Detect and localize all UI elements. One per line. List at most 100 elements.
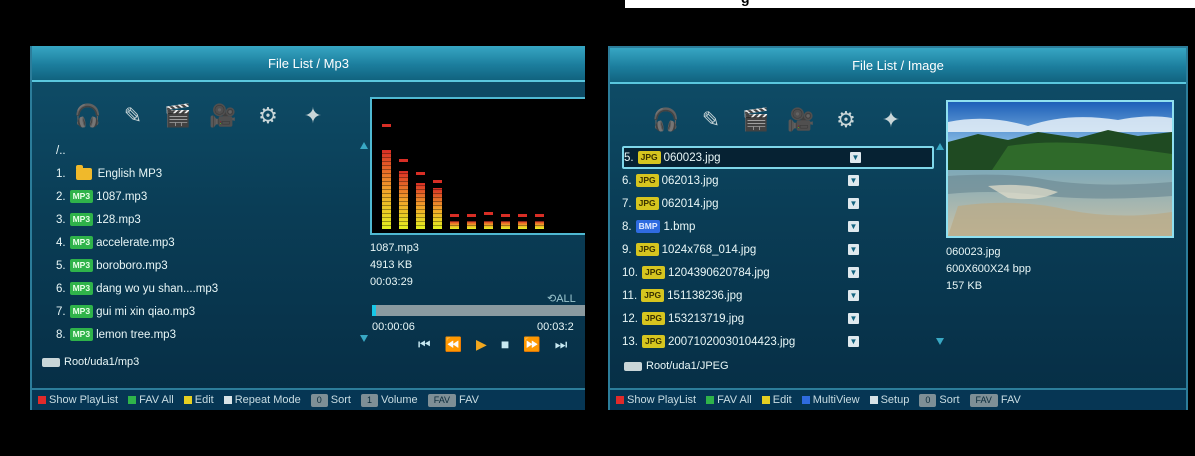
- checkbox-icon[interactable]: ▼: [848, 175, 859, 186]
- footer-key-fav[interactable]: FAV FAV: [969, 393, 1021, 407]
- footer-key-sort[interactable]: 0 Sort: [310, 393, 351, 407]
- list-item[interactable]: 8. MP3 lemon tree.mp3: [56, 323, 356, 346]
- skip-next-icon[interactable]: ⏭: [555, 336, 568, 353]
- image-file-list: 5. JPG 060023.jpg ▼ 6. JPG 062013.jpg ▼ 7. JPG 062…: [622, 146, 934, 353]
- footer-key-sort[interactable]: 0 Sort: [919, 393, 960, 407]
- item-name: 20071020030104423.jpg: [668, 335, 796, 348]
- list-item[interactable]: 7. JPG 062014.jpg ▼: [622, 192, 934, 215]
- audio-spectrum: [370, 97, 585, 235]
- item-number: 5.: [624, 151, 634, 164]
- playback-progress[interactable]: [372, 305, 585, 316]
- list-item[interactable]: 8. BMP 1.bmp ▼: [622, 215, 934, 238]
- list-item[interactable]: 9. JPG 1024x768_014.jpg ▼: [622, 238, 934, 261]
- rewind-icon[interactable]: ⏪: [445, 336, 462, 353]
- item-name: gui mi xin qiao.mp3: [96, 305, 196, 318]
- list-item[interactable]: 6. JPG 062013.jpg ▼: [622, 169, 934, 192]
- list-item[interactable]: 5. JPG 060023.jpg ▼: [622, 146, 934, 169]
- clapper-icon[interactable]: 🎬: [160, 98, 196, 134]
- footer-key-label: Show PlayList: [627, 394, 697, 406]
- list-item[interactable]: 11. JPG 151138236.jpg ▼: [622, 284, 934, 307]
- spectrum-bar: [467, 221, 476, 229]
- checkbox-icon[interactable]: ▼: [848, 313, 859, 324]
- footer-key-multiview[interactable]: MultiView: [801, 394, 860, 406]
- jpg-file-badge: JPG: [635, 197, 659, 210]
- clapper-icon[interactable]: 🎬: [738, 102, 774, 138]
- bmp-file-badge: BMP: [635, 220, 661, 233]
- breadcrumb: Root/uda1/JPEG: [624, 360, 729, 372]
- list-item[interactable]: 13. JPG 20071020030104423.jpg ▼: [622, 330, 934, 353]
- mp3-file-list: 1. English MP3 2. MP3 1087.mp3 3. MP3 128.mp3 4.…: [56, 162, 356, 346]
- list-item[interactable]: 4. MP3 accelerate.mp3: [56, 231, 356, 254]
- jpg-file-badge: JPG: [637, 151, 661, 164]
- footer-key-show-playlist[interactable]: Show PlayList: [38, 394, 118, 406]
- footer-key-setup[interactable]: Setup: [869, 394, 909, 406]
- color-key-icon: [761, 396, 770, 404]
- scroll-up-arrow[interactable]: [360, 142, 368, 149]
- fast-forward-icon[interactable]: ⏩: [523, 336, 540, 353]
- scroll-down-arrow[interactable]: [360, 335, 368, 342]
- list-item[interactable]: 5. MP3 boroboro.mp3: [56, 254, 356, 277]
- item-number: 11.: [622, 289, 638, 302]
- photo-icon[interactable]: ✎: [693, 102, 729, 138]
- list-item[interactable]: 10. JPG 1204390620784.jpg ▼: [622, 261, 934, 284]
- page-title: File List / Image: [610, 48, 1186, 84]
- track-size: 4913 KB: [370, 259, 413, 271]
- image-size: 157 KB: [946, 280, 983, 292]
- track-duration: 00:03:29: [370, 276, 413, 288]
- list-item[interactable]: 3. MP3 128.mp3: [56, 208, 356, 231]
- gears-icon[interactable]: ⚙: [828, 102, 864, 138]
- checkbox-icon[interactable]: ▼: [848, 198, 859, 209]
- checkbox-icon[interactable]: ▼: [848, 336, 859, 347]
- scroll-up-arrow[interactable]: [936, 143, 944, 150]
- scroll-down-arrow[interactable]: [936, 338, 944, 345]
- list-item[interactable]: 12. JPG 153213719.jpg ▼: [622, 307, 934, 330]
- footer-key-show-playlist[interactable]: Show PlayList: [616, 394, 696, 406]
- spectrum-peak: [467, 214, 476, 217]
- stop-icon[interactable]: ■: [501, 336, 509, 353]
- footer-key-label: FAV: [459, 394, 480, 406]
- skip-previous-icon[interactable]: ⏮: [418, 336, 431, 353]
- elapsed-time: 00:00:06: [372, 321, 415, 333]
- camera-icon[interactable]: 🎥: [205, 98, 241, 134]
- spectrum-peak: [501, 214, 510, 217]
- checkbox-icon[interactable]: ▼: [848, 267, 859, 278]
- checkbox-icon[interactable]: ▼: [848, 221, 859, 232]
- keycap: 0: [310, 393, 328, 407]
- footer-key-repeat-mode[interactable]: Repeat Mode: [223, 394, 301, 406]
- image-info: 060023.jpg 600X600X24 bpp 157 KB: [946, 244, 1031, 295]
- jpg-file-badge: JPG: [642, 312, 666, 325]
- footer-key-fav[interactable]: FAV FAV: [427, 393, 480, 407]
- footer-key-fav-all[interactable]: FAV All: [128, 394, 174, 406]
- play-icon[interactable]: ▶: [476, 336, 487, 353]
- color-key-icon: [801, 396, 810, 404]
- music-icon[interactable]: 🎧: [648, 102, 684, 138]
- list-item[interactable]: 6. MP3 dang wo yu shan....mp3: [56, 277, 356, 300]
- footer-key-fav-all[interactable]: FAV All: [706, 394, 752, 406]
- item-name: boroboro.mp3: [96, 259, 168, 272]
- camera-icon[interactable]: 🎥: [783, 102, 819, 138]
- list-item[interactable]: 7. MP3 gui mi xin qiao.mp3: [56, 300, 356, 323]
- tools-icon[interactable]: ✦: [295, 98, 331, 134]
- color-key-icon: [616, 396, 624, 404]
- list-item[interactable]: 2. MP3 1087.mp3: [56, 185, 356, 208]
- tools-icon[interactable]: ✦: [873, 102, 909, 138]
- mp3-file-badge: MP3: [69, 328, 94, 341]
- folder-icon: [75, 164, 92, 180]
- gears-icon[interactable]: ⚙: [250, 98, 286, 134]
- footer-key-edit[interactable]: Edit: [761, 394, 792, 406]
- item-number: 13.: [622, 335, 638, 348]
- image-preview: [946, 100, 1174, 238]
- checkbox-icon[interactable]: ▼: [848, 244, 859, 255]
- footer-key-label: FAV All: [717, 394, 752, 406]
- item-number: 6.: [622, 174, 632, 187]
- top-text-fragment: g: [741, 0, 750, 5]
- footer-key-volume[interactable]: 1 Volume: [360, 393, 418, 407]
- photo-icon[interactable]: ✎: [115, 98, 151, 134]
- list-item[interactable]: 1. English MP3: [56, 162, 356, 185]
- checkbox-icon[interactable]: ▼: [848, 290, 859, 301]
- parent-directory[interactable]: /..: [56, 141, 66, 161]
- checkbox-icon[interactable]: ▼: [850, 152, 861, 163]
- repeat-icon: ⟲: [547, 293, 557, 305]
- music-icon[interactable]: 🎧: [70, 98, 106, 134]
- footer-key-edit[interactable]: Edit: [183, 394, 214, 406]
